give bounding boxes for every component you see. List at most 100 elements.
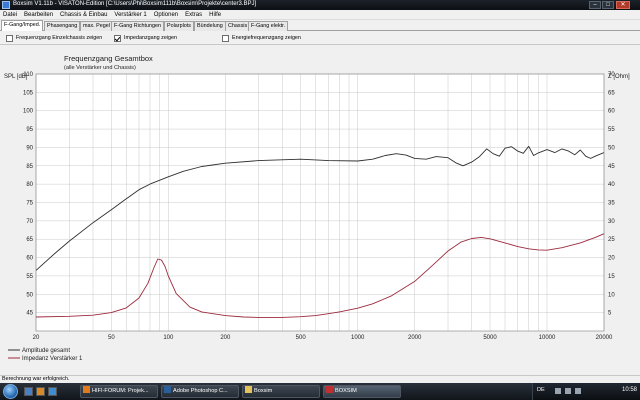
tab-buendelung[interactable]: Bündelung (194, 21, 226, 31)
taskbar-label-boxsim-folder: Boxsim (254, 388, 273, 394)
x-tick-label: 200 (220, 335, 231, 341)
browser-quicklaunch-icon[interactable] (48, 387, 57, 396)
tab-fgang-elektr[interactable]: F-Gang elektr. (248, 21, 289, 31)
taskbar-button-boxsim-folder[interactable]: Boxsim (242, 385, 320, 398)
network-icon[interactable] (555, 388, 561, 394)
boxsim-app-icon (2, 1, 10, 9)
left-tick-label: 80 (26, 182, 33, 188)
taskbar-label-photoshop: Adobe Photoshop C... (173, 388, 228, 394)
chart-title: Frequenzgang Gesamtbox (64, 54, 153, 63)
start-button[interactable] (3, 384, 18, 399)
close-button[interactable]: ✕ (616, 1, 630, 9)
left-tick-label: 75 (26, 201, 33, 207)
energiefrequenzgang-label: Energiefrequenzgang zeigen (232, 35, 301, 41)
tab-phasengang[interactable]: Phasengang (44, 21, 81, 31)
right-tick-label: 40 (608, 182, 615, 188)
maximize-button[interactable]: □ (602, 1, 614, 9)
tab-polarplots[interactable]: Polarplots (164, 21, 194, 31)
tab-fgang-imped[interactable]: F-Gang/Imped. (1, 20, 44, 31)
einzelchassis-label: Frequenzgang Einzelchassis zeigen (16, 35, 103, 41)
menu-optionen[interactable]: Optionen (151, 10, 182, 19)
menu-hilfe[interactable]: Hilfe (206, 10, 225, 19)
volume-icon[interactable] (565, 388, 571, 394)
left-tick-label: 100 (23, 109, 34, 115)
right-tick-label: 15 (608, 274, 615, 280)
einzelchassis-checkbox[interactable] (6, 34, 13, 42)
x-tick-label: 5000 (483, 335, 497, 341)
tab-max-pegel[interactable]: max. Pegel (80, 21, 113, 31)
minimize-button[interactable]: – (589, 1, 601, 9)
menu-bearbeiten[interactable]: Bearbeiten (21, 10, 57, 19)
menu-chassis-einbau[interactable]: Chassis & Einbau (57, 10, 111, 19)
x-tick-label: 10000 (539, 335, 556, 341)
security-icon[interactable] (575, 388, 581, 394)
taskbar-label-hifi-forum: HIFI-FORUM: Projek... (92, 388, 149, 394)
x-tick-label: 500 (296, 335, 307, 341)
left-tick-label: 70 (26, 219, 33, 225)
menu-datei[interactable]: Datei (0, 10, 21, 19)
status-text: Berechnung war erfolgreich. (2, 376, 70, 382)
left-tick-label: 60 (26, 256, 33, 262)
title-bar: Boxsim V1.11b - VISATON-Edition [C:\User… (0, 0, 640, 10)
left-tick-label: 65 (26, 237, 33, 243)
menu-extras[interactable]: Extras (182, 10, 206, 19)
display-options: Frequenzgang Einzelchassis zeigen Impeda… (0, 31, 640, 45)
left-tick-label: 50 (26, 292, 33, 298)
tab-fgang-richtungen[interactable]: F-Gang Richtungen (111, 21, 165, 31)
option-impedanzgang[interactable]: Impedanzgang zeigen (114, 34, 177, 42)
energiefrequenzgang-checkbox[interactable] (222, 34, 229, 42)
tab-bar: F-Gang/Imped. Phasengang max. Pegel F-Ga… (0, 20, 640, 31)
x-tick-label: 20 (33, 335, 40, 341)
right-tick-label: 45 (608, 164, 615, 170)
system-tray: DE 10:58 (532, 383, 640, 400)
left-tick-label: 95 (26, 127, 33, 133)
left-tick-label: 45 (26, 311, 33, 317)
left-tick-label: 55 (26, 274, 33, 280)
status-bar: Berechnung war erfolgreich. (0, 375, 640, 383)
boxsim-icon (326, 386, 333, 393)
legend: Amplitude gesamt Impedanz Verstärker 1 (8, 348, 83, 362)
option-energiefrequenzgang[interactable]: Energiefrequenzgang zeigen (222, 34, 301, 42)
x-tick-label: 2000 (408, 335, 422, 341)
impedanzgang-label: Impedanzgang zeigen (124, 35, 178, 41)
folder-icon (245, 386, 252, 393)
taskbar-label-boxsim-app: BOXSIM (335, 388, 357, 394)
x-tick-label: 1000 (351, 335, 365, 341)
taskbar-button-boxsim-app[interactable]: BOXSIM (323, 385, 401, 398)
language-indicator[interactable]: DE (537, 387, 545, 393)
right-tick-label: 50 (608, 145, 615, 151)
taskbar-button-photoshop[interactable]: Adobe Photoshop C... (161, 385, 239, 398)
legend-label-impedance: Impedanz Verstärker 1 (22, 356, 83, 362)
right-tick-label: 10 (608, 292, 615, 298)
right-tick-label: 55 (608, 127, 615, 133)
photoshop-icon (164, 386, 171, 393)
right-tick-label: 25 (608, 237, 615, 243)
frequency-response-chart: Frequenzgang Gesamtbox (alle Verstärker … (0, 45, 640, 375)
tab-chassis[interactable]: Chassis (225, 21, 251, 31)
x-tick-label: 20000 (596, 335, 613, 341)
right-tick-label: 60 (608, 109, 615, 115)
impedanzgang-checkbox[interactable] (114, 34, 121, 42)
x-tick-label: 50 (108, 335, 115, 341)
left-tick-label: 85 (26, 164, 33, 170)
right-tick-label: 65 (608, 90, 615, 96)
chart-svg: Frequenzgang Gesamtbox (alle Verstärker … (4, 54, 630, 362)
right-tick-label: 5 (608, 311, 612, 317)
windows-taskbar: HIFI-FORUM: Projek... Adobe Photoshop C.… (0, 383, 640, 400)
taskbar-button-hifi-forum[interactable]: HIFI-FORUM: Projek... (80, 385, 158, 398)
right-tick-label: 70 (608, 72, 615, 78)
menu-verstaerker-1[interactable]: Verstärker 1 (111, 10, 150, 19)
clock: 10:58 (621, 387, 637, 393)
x-tick-label: 100 (163, 335, 174, 341)
chart-subtitle: (alle Verstärker und Chassis) (64, 65, 136, 71)
switch-windows-icon[interactable] (36, 387, 45, 396)
right-tick-label: 35 (608, 201, 615, 207)
show-desktop-icon[interactable] (24, 387, 33, 396)
left-tick-label: 110 (23, 72, 33, 78)
left-tick-label: 105 (23, 90, 34, 96)
option-einzelchassis[interactable]: Frequenzgang Einzelchassis zeigen (6, 34, 102, 42)
menu-bar: Datei Bearbeiten Chassis & Einbau Verstärke… (0, 10, 640, 20)
left-tick-label: 90 (26, 145, 33, 151)
legend-label-amplitude: Amplitude gesamt (22, 348, 70, 354)
right-tick-label: 20 (608, 256, 615, 262)
